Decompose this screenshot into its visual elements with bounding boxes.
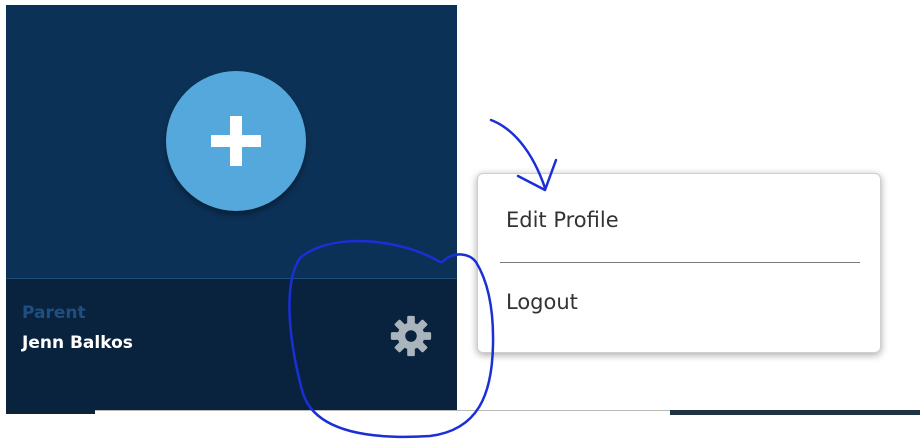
profile-menu: Edit Profile Logout (477, 173, 881, 353)
add-button[interactable] (166, 71, 306, 211)
gear-icon[interactable] (388, 313, 434, 359)
bottom-divider-right (670, 410, 920, 415)
user-name: Jenn Balkos (22, 333, 133, 353)
user-role-label: Parent (22, 303, 86, 323)
bottom-divider-left (6, 410, 95, 414)
menu-separator (500, 262, 860, 263)
edit-profile-menu-item[interactable]: Edit Profile (506, 208, 619, 232)
logout-menu-item[interactable]: Logout (506, 290, 578, 314)
user-panel: Parent Jenn Balkos (6, 279, 457, 410)
plus-icon (211, 116, 261, 166)
sidebar-top-panel (6, 5, 457, 278)
bottom-divider-middle (95, 410, 670, 411)
sidebar: Parent Jenn Balkos (6, 5, 457, 410)
